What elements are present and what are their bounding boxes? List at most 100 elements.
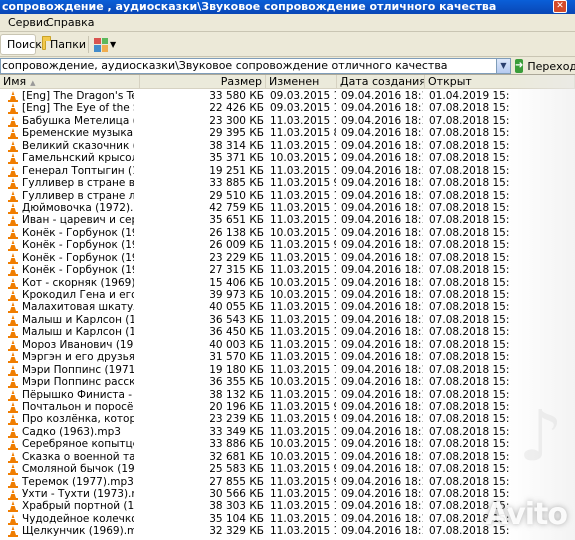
file-name: Крокодил Гена и его друзья... [22,289,134,301]
file-row[interactable]: [Eng] The Eye of the Sun (19... 22 426 КБ… [0,102,575,115]
file-row[interactable]: Мороз Иванович (1971).mp3 40 003 КБ 11.03.… [0,339,575,351]
file-row[interactable]: Гамельнский крысолов (1972... 35 371 КБ 10… [0,152,575,165]
file-size: 25 583 КБ [209,463,264,476]
file-row[interactable]: Великий сказочник (1972).mp3 38 314 КБ 11.… [0,140,575,152]
file-row[interactable]: Сказка о военной тайне, о ... 32 681 КБ 10… [0,451,575,463]
file-row[interactable]: Мэри Поппинс (1971).mp3 19 180 КБ 11.03.20… [0,364,575,376]
views-button[interactable]: ▼ [92,34,120,55]
file-size: 33 580 КБ [209,90,264,102]
file-opened: 07.08.2018 15:18 [429,413,509,426]
file-name: Мэргэн и его друзья (1973)... [22,351,134,364]
file-created: 09.04.2016 18:13 [341,189,423,202]
watermark: Avito [485,497,568,532]
file-modified: 11.03.2015 11... [270,301,336,314]
column-header-modified[interactable]: Изменен [266,75,337,89]
file-opened: 07.08.2018 15:17 [429,177,509,190]
file-modified: 11.03.2015 11... [270,326,336,339]
file-name: [Eng] The Eye of the Sun (19... [22,102,134,115]
vlc-cone-icon [8,103,18,115]
file-row[interactable]: Смоляной бычок (1972).mp3 25 583 КБ 11.03.… [0,463,575,476]
file-row[interactable]: [Eng] The Dragon's Teeth (19... 33 580 КБ… [0,90,575,102]
file-row[interactable]: Малахитовая шкатулка (1969... 40 055 КБ 11… [0,301,575,314]
address-dropdown-icon[interactable]: ▼ [496,59,510,73]
file-created: 09.04.2016 18:13 [341,264,423,277]
file-size: 40 055 КБ [209,301,264,314]
menu-item-service[interactable]: Сервис [8,16,49,29]
file-size: 15 406 КБ [209,276,264,289]
toolbar-separator [88,36,89,53]
file-created: 09.04.2016 18:13 [341,450,423,463]
file-row[interactable]: Малыш и Карлсон (1975) [2ч... 36 450 КБ 11… [0,326,575,339]
file-row[interactable]: Садко (1963).mp3 33 349 КБ 11.03.2015 11..… [0,426,575,438]
column-header-name[interactable]: Имя ▲ [0,75,140,89]
file-modified: 10.03.2015 20... [270,152,336,165]
file-row[interactable]: Крокодил Гена и его друзья... 39 973 КБ 10… [0,289,575,301]
file-size: 36 355 КБ [209,376,264,389]
file-modified: 11.03.2015 9:33 [270,475,336,488]
column-header-created[interactable]: Дата создания [337,75,425,89]
file-created: 09.04.2016 18:13 [341,139,423,152]
sort-ascending-icon: ▲ [30,79,36,87]
column-header-row: Имя ▲ Размер Изменен Дата создания Открыт [0,75,575,89]
file-name: Генерал Топтыгин (1974).mp3 [22,164,134,177]
file-row[interactable]: Конёк - Горбунок (1966) [1ч... 26 138 КБ 1… [0,227,575,239]
file-row[interactable]: Про козлёнка, который уме... 23 239 КБ 11.… [0,413,575,426]
address-input[interactable]: сопровождение, аудиосказки\Звуковое сопр… [0,58,511,74]
file-created: 09.04.2016 18:13 [341,376,423,389]
file-opened: 07.08.2018 15:17 [429,214,509,227]
vlc-cone-icon [8,140,18,152]
close-icon[interactable]: ✕ [553,0,567,13]
vlc-cone-icon [8,115,18,127]
vlc-cone-icon [8,165,18,177]
file-name: Мэри Поппинс (1971).mp3 [22,363,134,376]
file-row[interactable]: Бабушка Метелица (1900).mp3 23 300 КБ 11.0… [0,115,575,127]
file-opened: 07.08.2018 15:18 [429,363,509,376]
file-row[interactable]: Гулливер в стране лилипут... 29 510 КБ 11.… [0,190,575,202]
file-opened: 07.08.2018 15:17 [429,189,509,202]
file-name: Пёрышко Финиста - ясна со... [22,388,134,401]
file-row[interactable]: Малыш и Карлсон (1975) [1ч... 36 543 КБ 11… [0,314,575,326]
folders-button[interactable]: Папки [40,34,86,55]
menu-item-help[interactable]: Справка [46,16,94,29]
file-row[interactable]: Гулливер в стране великан... 33 885 КБ 11.… [0,177,575,190]
file-modified: 10.03.2015 11... [270,438,336,451]
file-row[interactable]: Мэри Поппинс рассказывает... 36 355 КБ 10.… [0,376,575,389]
file-created: 09.04.2016 18:13 [341,289,423,301]
vlc-cone-icon [8,451,18,463]
file-size: 31 570 КБ [209,351,264,364]
file-row[interactable]: Иван - царевич и серый вол... 35 651 КБ 11… [0,214,575,227]
file-row[interactable]: Генерал Топтыгин (1974).mp3 19 251 КБ 11.0… [0,165,575,177]
file-row[interactable]: Теремок (1977).mp3 27 855 КБ 11.03.2015 9:… [0,476,575,488]
file-row[interactable]: Конёк - Горбунок (1966) [2ч... 26 009 КБ 1… [0,239,575,252]
file-size: 30 566 КБ [209,488,264,500]
file-modified: 11.03.2015 12... [270,264,336,277]
column-header-size[interactable]: Размер [140,75,266,89]
file-opened: 07.08.2018 15:18 [429,326,509,339]
file-size: 33 886 КБ [209,438,264,451]
file-row[interactable]: Мэргэн и его друзья (1973)... 31 570 КБ 11… [0,351,575,364]
file-size: 40 003 КБ [209,338,264,351]
file-row[interactable]: Конёк - Горбунок (1966) [4ч... 27 315 КБ 1… [0,264,575,277]
file-row[interactable]: Почтальон и поросёнок. Бла... 20 196 КБ 11… [0,401,575,413]
file-opened: 07.08.2018 15:17 [429,164,509,177]
file-modified: 10.03.2015 11... [270,450,336,463]
file-created: 09.04.2016 18:13 [341,276,423,289]
file-name: Про козлёнка, который уме... [22,413,134,426]
go-button[interactable]: ➜ Переход [515,58,575,74]
file-size: 29 510 КБ [209,189,264,202]
file-opened: 07.08.2018 15:17 [429,239,509,252]
file-opened: 01.04.2019 15:49 [429,90,509,102]
file-created: 09.04.2016 18:13 [341,152,423,165]
file-row[interactable]: Кот - скорняк (1969).mp3 15 406 КБ 10.03.2… [0,277,575,289]
file-created: 09.04.2016 18:13 [341,313,423,326]
file-row[interactable]: Пёрышко Финиста - ясна со... 38 132 КБ 11.… [0,389,575,401]
vlc-cone-icon [8,352,18,364]
file-row[interactable]: Дюймовочка (1972).mp3 42 759 КБ 11.03.2015… [0,202,575,214]
file-row[interactable]: Серебряное копытце (1969)... 33 886 КБ 10.… [0,438,575,451]
file-opened: 07.08.2018 15:17 [429,114,509,127]
file-row[interactable]: Бременские музыканты (196... 29 395 КБ 11.… [0,127,575,140]
search-button[interactable]: Поиск [0,34,42,55]
file-row[interactable]: Конёк - Горбунок (1966) [3ч... 23 229 КБ 1… [0,252,575,264]
column-header-opened[interactable]: Открыт [425,75,575,89]
vlc-cone-icon [8,91,18,102]
